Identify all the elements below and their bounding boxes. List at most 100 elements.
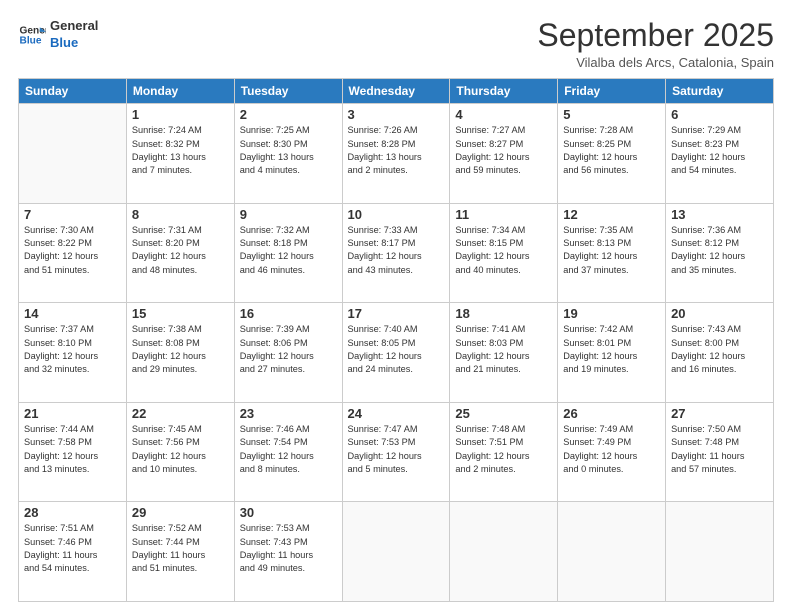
calendar-cell: 3 Sunrise: 7:26 AMSunset: 8:28 PMDaylight… [342, 104, 450, 204]
calendar-cell: 4 Sunrise: 7:27 AMSunset: 8:27 PMDaylight… [450, 104, 558, 204]
calendar-cell: 8Sunrise: 7:31 AMSunset: 8:20 PMDaylight… [126, 203, 234, 303]
day-info: Sunrise: 7:36 AMSunset: 8:12 PMDaylight:… [671, 224, 768, 277]
calendar-week-row: 14 Sunrise: 7:37 AMSunset: 8:10 PMDayligh… [19, 303, 774, 403]
calendar-cell: 19 Sunrise: 7:42 AMSunset: 8:01 PMDayligh… [558, 303, 666, 403]
day-number: 26 [563, 406, 660, 421]
month-title: September 2025 [537, 18, 774, 53]
day-number: 9 [240, 207, 337, 222]
calendar-cell: 23 Sunrise: 7:46 AMSunset: 7:54 PMDayligh… [234, 402, 342, 502]
day-number: 4 [455, 107, 552, 122]
calendar-cell [666, 502, 774, 602]
day-info: Sunrise: 7:44 AMSunset: 7:58 PMDaylight:… [24, 423, 121, 476]
calendar-cell: 17 Sunrise: 7:40 AMSunset: 8:05 PMDayligh… [342, 303, 450, 403]
day-info: Sunrise: 7:41 AMSunset: 8:03 PMDaylight:… [455, 323, 552, 376]
day-info: Sunrise: 7:52 AMSunset: 7:44 PMDaylight:… [132, 522, 229, 575]
calendar-cell: 22Sunrise: 7:45 AMSunset: 7:56 PMDayligh… [126, 402, 234, 502]
day-number: 15 [132, 306, 229, 321]
day-info: Sunrise: 7:32 AMSunset: 8:18 PMDaylight:… [240, 224, 337, 277]
calendar-cell: 14 Sunrise: 7:37 AMSunset: 8:10 PMDayligh… [19, 303, 127, 403]
calendar-week-row: 7 Sunrise: 7:30 AMSunset: 8:22 PMDaylight… [19, 203, 774, 303]
day-info: Sunrise: 7:33 AMSunset: 8:17 PMDaylight:… [348, 224, 445, 277]
calendar-cell: 10 Sunrise: 7:33 AMSunset: 8:17 PMDayligh… [342, 203, 450, 303]
day-info: Sunrise: 7:39 AMSunset: 8:06 PMDaylight:… [240, 323, 337, 376]
calendar-week-row: 1 Sunrise: 7:24 AMSunset: 8:32 PMDaylight… [19, 104, 774, 204]
col-wednesday: Wednesday [342, 79, 450, 104]
day-info: Sunrise: 7:29 AMSunset: 8:23 PMDaylight:… [671, 124, 768, 177]
day-number: 1 [132, 107, 229, 122]
day-number: 5 [563, 107, 660, 122]
day-number: 27 [671, 406, 768, 421]
day-number: 21 [24, 406, 121, 421]
day-number: 24 [348, 406, 445, 421]
day-number: 3 [348, 107, 445, 122]
day-info: Sunrise: 7:49 AMSunset: 7:49 PMDaylight:… [563, 423, 660, 476]
calendar-cell [19, 104, 127, 204]
day-number: 12 [563, 207, 660, 222]
day-info: Sunrise: 7:37 AMSunset: 8:10 PMDaylight:… [24, 323, 121, 376]
calendar-cell: 15Sunrise: 7:38 AMSunset: 8:08 PMDayligh… [126, 303, 234, 403]
day-number: 22 [132, 406, 229, 421]
day-number: 18 [455, 306, 552, 321]
day-info: Sunrise: 7:25 AMSunset: 8:30 PMDaylight:… [240, 124, 337, 177]
calendar-cell: 26 Sunrise: 7:49 AMSunset: 7:49 PMDayligh… [558, 402, 666, 502]
day-info: Sunrise: 7:40 AMSunset: 8:05 PMDaylight:… [348, 323, 445, 376]
day-number: 14 [24, 306, 121, 321]
day-number: 20 [671, 306, 768, 321]
location: Vilalba dels Arcs, Catalonia, Spain [537, 55, 774, 70]
day-info: Sunrise: 7:24 AMSunset: 8:32 PMDaylight:… [132, 124, 229, 177]
day-info: Sunrise: 7:42 AMSunset: 8:01 PMDaylight:… [563, 323, 660, 376]
day-info: Sunrise: 7:50 AMSunset: 7:48 PMDaylight:… [671, 423, 768, 476]
calendar-cell: 24Sunrise: 7:47 AMSunset: 7:53 PMDayligh… [342, 402, 450, 502]
header: General Blue General Blue September 2025… [18, 18, 774, 70]
day-number: 13 [671, 207, 768, 222]
day-info: Sunrise: 7:48 AMSunset: 7:51 PMDaylight:… [455, 423, 552, 476]
day-number: 23 [240, 406, 337, 421]
col-thursday: Thursday [450, 79, 558, 104]
calendar-cell: 20Sunrise: 7:43 AMSunset: 8:00 PMDayligh… [666, 303, 774, 403]
col-friday: Friday [558, 79, 666, 104]
day-info: Sunrise: 7:26 AMSunset: 8:28 PMDaylight:… [348, 124, 445, 177]
day-number: 2 [240, 107, 337, 122]
day-number: 25 [455, 406, 552, 421]
calendar-cell: 2 Sunrise: 7:25 AMSunset: 8:30 PMDaylight… [234, 104, 342, 204]
day-number: 7 [24, 207, 121, 222]
day-number: 29 [132, 505, 229, 520]
day-info: Sunrise: 7:28 AMSunset: 8:25 PMDaylight:… [563, 124, 660, 177]
col-sunday: Sunday [19, 79, 127, 104]
calendar-cell [450, 502, 558, 602]
day-number: 19 [563, 306, 660, 321]
day-number: 16 [240, 306, 337, 321]
calendar-cell: 29 Sunrise: 7:52 AMSunset: 7:44 PMDayligh… [126, 502, 234, 602]
day-info: Sunrise: 7:51 AMSunset: 7:46 PMDaylight:… [24, 522, 121, 575]
calendar-cell [558, 502, 666, 602]
day-number: 8 [132, 207, 229, 222]
day-info: Sunrise: 7:46 AMSunset: 7:54 PMDaylight:… [240, 423, 337, 476]
calendar-cell: 5 Sunrise: 7:28 AMSunset: 8:25 PMDaylight… [558, 104, 666, 204]
day-number: 6 [671, 107, 768, 122]
svg-text:Blue: Blue [20, 35, 42, 46]
calendar-cell: 1 Sunrise: 7:24 AMSunset: 8:32 PMDaylight… [126, 104, 234, 204]
day-info: Sunrise: 7:27 AMSunset: 8:27 PMDaylight:… [455, 124, 552, 177]
logo-text: General [50, 18, 98, 35]
day-number: 28 [24, 505, 121, 520]
day-info: Sunrise: 7:53 AMSunset: 7:43 PMDaylight:… [240, 522, 337, 575]
calendar-cell: 12 Sunrise: 7:35 AMSunset: 8:13 PMDayligh… [558, 203, 666, 303]
calendar-cell: 30 Sunrise: 7:53 AMSunset: 7:43 PMDayligh… [234, 502, 342, 602]
calendar-cell: 7 Sunrise: 7:30 AMSunset: 8:22 PMDaylight… [19, 203, 127, 303]
title-block: September 2025 Vilalba dels Arcs, Catalo… [537, 18, 774, 70]
logo-text-blue: Blue [50, 35, 98, 52]
day-number: 17 [348, 306, 445, 321]
calendar-cell: 27 Sunrise: 7:50 AMSunset: 7:48 PMDayligh… [666, 402, 774, 502]
day-number: 10 [348, 207, 445, 222]
day-number: 11 [455, 207, 552, 222]
calendar-week-row: 28 Sunrise: 7:51 AMSunset: 7:46 PMDayligh… [19, 502, 774, 602]
day-info: Sunrise: 7:34 AMSunset: 8:15 PMDaylight:… [455, 224, 552, 277]
day-number: 30 [240, 505, 337, 520]
calendar-cell: 16 Sunrise: 7:39 AMSunset: 8:06 PMDayligh… [234, 303, 342, 403]
col-monday: Monday [126, 79, 234, 104]
calendar-cell: 18 Sunrise: 7:41 AMSunset: 8:03 PMDayligh… [450, 303, 558, 403]
day-info: Sunrise: 7:35 AMSunset: 8:13 PMDaylight:… [563, 224, 660, 277]
logo: General Blue General Blue [18, 18, 98, 52]
logo-icon: General Blue [18, 21, 46, 49]
day-info: Sunrise: 7:30 AMSunset: 8:22 PMDaylight:… [24, 224, 121, 277]
